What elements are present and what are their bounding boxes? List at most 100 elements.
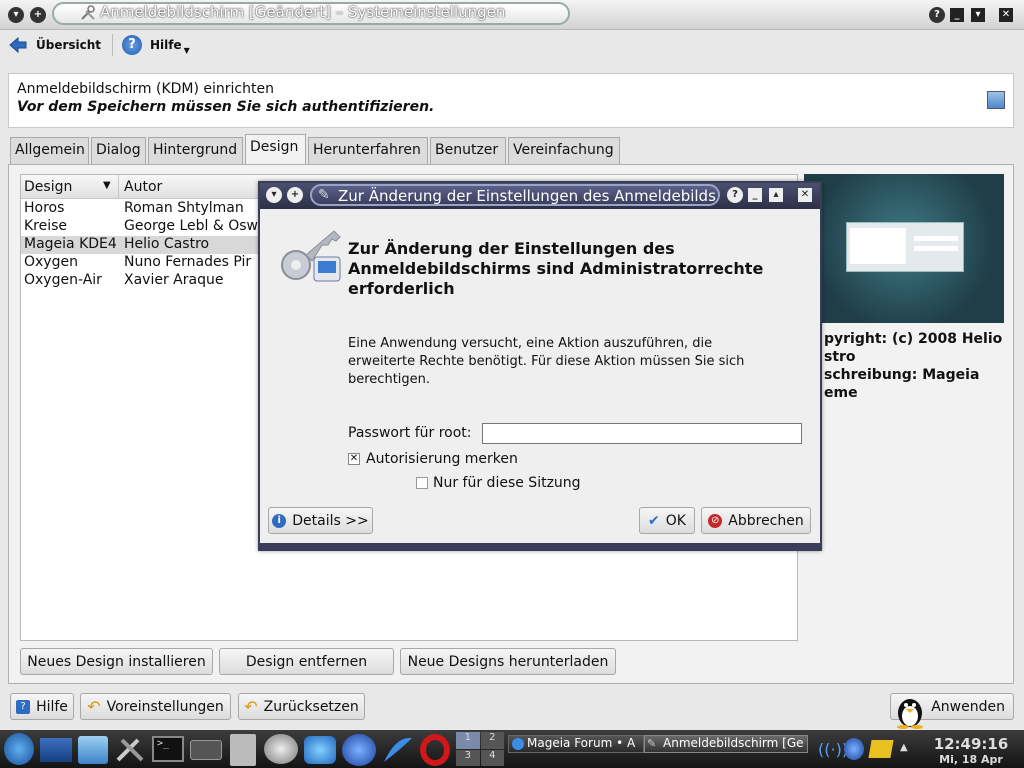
help-book-icon: ? xyxy=(16,699,31,714)
calculator-icon[interactable] xyxy=(230,734,256,766)
tab-vereinfachung[interactable]: Vereinfachung xyxy=(508,137,620,165)
dialog-keep-above-button[interactable]: + xyxy=(287,187,303,203)
virtual-desktop-pager[interactable]: 1 2 3 4 xyxy=(456,732,504,766)
sort-arrow-icon: ▼ xyxy=(103,180,111,191)
session-only-label[interactable]: Nur für diese Sitzung xyxy=(433,475,581,491)
window-titlebar[interactable]: ▾ + Anmeldebildschirm [Geändert] – Syste… xyxy=(0,0,1024,30)
install-theme-button[interactable]: Neues Design installieren xyxy=(20,648,213,675)
task-mageia-forum[interactable]: Mageia Forum • A xyxy=(508,735,644,753)
tab-herunterfahren[interactable]: Herunterfahren xyxy=(308,137,428,165)
theme-preview-image xyxy=(804,174,1004,323)
remember-checkbox[interactable]: ✕ xyxy=(348,453,360,465)
task-kdm-settings[interactable]: Anmeldebildschirm [Ge xyxy=(644,735,808,753)
theme-author: Roman Shtylman xyxy=(124,200,244,216)
dialog-help-button[interactable]: ? xyxy=(727,187,743,203)
system-settings-icon[interactable] xyxy=(78,736,108,764)
phone-icon[interactable] xyxy=(264,734,298,764)
download-themes-button[interactable]: Neue Designs herunterladen xyxy=(400,648,616,675)
pager-desktop-2[interactable]: 2 xyxy=(480,732,504,749)
help-menu-label: Hilfe xyxy=(150,38,182,52)
cassette-icon[interactable] xyxy=(190,740,222,760)
dialog-message-line: berechtigen. xyxy=(348,372,431,387)
dialog-heading-line: erforderlich xyxy=(348,279,455,298)
theme-author: Nuno Fernades Pir xyxy=(124,254,252,270)
kmail-icon[interactable] xyxy=(380,734,414,766)
toolbar-separator xyxy=(112,34,113,56)
browser-globe-icon[interactable] xyxy=(342,734,376,766)
desktop-icon[interactable] xyxy=(40,738,72,762)
dialog-message: Eine Anwendung versucht, eine Aktion aus… xyxy=(348,335,744,389)
close-button[interactable]: ✕ xyxy=(999,8,1013,22)
remember-label[interactable]: Autorisierung merken xyxy=(366,451,518,467)
ok-button-label: OK xyxy=(665,512,686,529)
tab-allgemein[interactable]: Allgemein xyxy=(10,137,89,165)
theme-copyright-cont: stro xyxy=(824,349,856,365)
help-question-button[interactable]: ? xyxy=(929,7,945,23)
theme-copyright: pyright: (c) 2008 Helio xyxy=(824,331,1003,347)
tab-hintergrund[interactable]: Hintergrund xyxy=(148,137,243,165)
theme-description-cont: eme xyxy=(824,385,858,401)
dialog-minimize-button[interactable]: _ xyxy=(748,188,762,202)
dialog-menu-button[interactable]: ▾ xyxy=(266,187,282,203)
pager-desktop-1[interactable]: 1 xyxy=(456,732,480,749)
help-menu-button[interactable]: ? Hilfe ▼ xyxy=(122,30,190,60)
dialog-heading: Zur Änderung der Einstellungen des Anmel… xyxy=(348,239,763,299)
dialog-maximize-button[interactable]: ▴ xyxy=(769,188,783,202)
auth-dialog: ▾ + ✎ Zur Änderung der Einstellungen des… xyxy=(258,181,822,551)
pager-desktop-4[interactable]: 4 xyxy=(480,749,504,766)
mageia-menu-icon[interactable] xyxy=(4,733,34,765)
theme-author: Xavier Araque xyxy=(124,272,224,288)
tab-design[interactable]: Design xyxy=(245,134,306,165)
apply-button-label: Anwenden xyxy=(931,698,1005,715)
notes-icon[interactable] xyxy=(868,740,894,758)
system-tray: ((·)) ▲ xyxy=(814,736,914,762)
tux-penguin-icon xyxy=(893,693,927,729)
ok-button[interactable]: ✔ OK xyxy=(639,507,695,534)
minimize-button[interactable]: _ xyxy=(950,8,964,22)
opera-icon[interactable] xyxy=(420,734,450,766)
dialog-close-button[interactable]: ✕ xyxy=(798,188,812,202)
clock[interactable]: 12:49:16 Mi, 18 Apr 2012 xyxy=(922,735,1020,768)
toolbar: Übersicht ? Hilfe ▼ xyxy=(0,30,1024,66)
cancel-button[interactable]: ⊘ Abbrechen xyxy=(701,507,811,534)
overview-button[interactable]: Übersicht xyxy=(8,30,101,60)
keep-above-button[interactable]: + xyxy=(30,7,46,23)
messenger-icon[interactable] xyxy=(304,736,336,764)
monitor-icon xyxy=(987,91,1005,109)
network-globe-icon[interactable] xyxy=(844,738,864,760)
column-header-author[interactable]: Autor xyxy=(124,179,162,195)
tools-task-icon: ✎ xyxy=(647,737,657,750)
maximize-button[interactable]: ▾ xyxy=(971,8,985,22)
pager-desktop-3[interactable]: 3 xyxy=(456,749,480,766)
password-field[interactable] xyxy=(482,423,802,444)
dialog-titlebar[interactable]: ▾ + ✎ Zur Änderung der Einstellungen des… xyxy=(260,183,820,209)
remove-theme-button[interactable]: Design entfernen xyxy=(219,648,394,675)
dialog-heading-line: Zur Änderung der Einstellungen des xyxy=(348,239,675,258)
wifi-icon[interactable]: ((·)) xyxy=(818,740,848,759)
terminal-icon[interactable]: >_ xyxy=(152,736,184,762)
dropdown-arrow-icon: ▼ xyxy=(183,45,190,55)
tools-launcher-icon[interactable] xyxy=(114,734,146,764)
help-button[interactable]: ? Hilfe xyxy=(10,693,74,720)
session-only-checkbox[interactable] xyxy=(416,477,428,489)
reset-button[interactable]: ↶ Zurücksetzen xyxy=(238,693,365,720)
dialog-title: Zur Änderung der Einstellungen des Anmel… xyxy=(338,187,716,205)
defaults-button[interactable]: ↶ Voreinstellungen xyxy=(80,693,231,720)
theme-info: pyright: (c) 2008 Helio stro schreibung:… xyxy=(824,330,1002,402)
window-menu-button[interactable]: ▾ xyxy=(8,7,24,23)
clock-time: 12:49:16 xyxy=(933,735,1009,753)
theme-author: George Lebl & Osw xyxy=(124,218,259,234)
dialog-message-line: Eine Anwendung versucht, eine Aktion aus… xyxy=(348,336,713,351)
theme-name: Kreise xyxy=(24,218,68,234)
theme-author: Helio Castro xyxy=(124,236,210,252)
tab-benutzer[interactable]: Benutzer xyxy=(430,137,506,165)
details-button[interactable]: i Details >> xyxy=(268,507,373,534)
window-title: Anmeldebildschirm [Geändert] – Systemein… xyxy=(100,3,506,21)
tray-expand-icon[interactable]: ▲ xyxy=(900,742,908,753)
theme-name: Oxygen xyxy=(24,254,78,270)
column-header-design[interactable]: Design xyxy=(24,179,72,195)
tab-dialog[interactable]: Dialog xyxy=(91,137,146,165)
checkmark-icon: ✔ xyxy=(648,512,660,529)
info-icon: i xyxy=(272,513,287,528)
dialog-title-pill: ✎ Zur Änderung der Einstellungen des Anm… xyxy=(310,184,720,206)
